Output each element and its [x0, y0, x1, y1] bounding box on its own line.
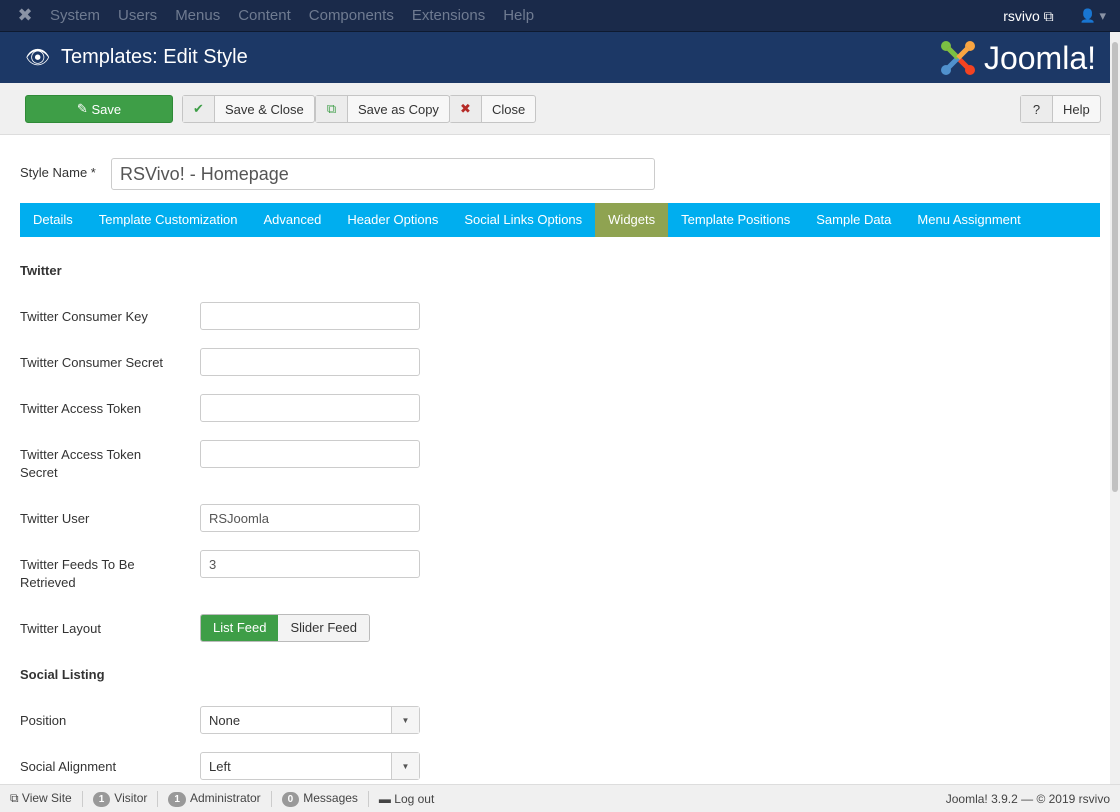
visitor-count-badge: 1	[92, 791, 111, 807]
divider	[367, 790, 369, 807]
position-label: Position	[20, 713, 67, 728]
scrollbar-thumb[interactable]	[1112, 42, 1118, 492]
help-label: Help	[1063, 101, 1090, 117]
help-button[interactable]: ? Help	[1020, 95, 1101, 123]
tab-template-positions[interactable]: Template Positions	[668, 203, 803, 237]
message-count-badge: 0	[281, 791, 300, 807]
style-name-input[interactable]	[111, 158, 655, 190]
menu-extensions[interactable]: Extensions	[412, 7, 485, 24]
access-token-secret-label: Twitter Access Token Secret	[20, 447, 142, 480]
style-name-label: Style Name *	[20, 165, 96, 180]
external-link-icon: ⧉	[1043, 7, 1054, 24]
admin-count-badge: 1	[168, 791, 186, 807]
joomla-icon[interactable]: ✖	[0, 5, 50, 26]
position-select[interactable]: None ▼	[200, 706, 420, 734]
menu-help[interactable]: Help	[503, 7, 534, 24]
chevron-down-icon: ▼	[391, 707, 419, 733]
access-token-input[interactable]	[200, 394, 420, 422]
divider	[157, 790, 159, 807]
admin-label: Administrator	[189, 790, 261, 805]
close-button[interactable]: ✖ Close	[449, 95, 537, 123]
logout-label: Log out	[394, 791, 435, 806]
tab-sample-data[interactable]: Sample Data	[803, 203, 904, 237]
menu-content[interactable]: Content	[238, 7, 291, 24]
external-link-icon: ⧉	[10, 791, 22, 805]
consumer-secret-label: Twitter Consumer Secret	[20, 355, 164, 370]
twitter-user-input[interactable]	[200, 504, 420, 532]
logout-link[interactable]: ▬ Log out	[379, 792, 434, 806]
tab-menu-assignment[interactable]: Menu Assignment	[904, 203, 1033, 237]
copy-icon: ⧉	[316, 96, 348, 122]
chevron-down-icon: ▼	[391, 753, 419, 779]
consumer-key-input[interactable]	[200, 302, 420, 330]
visitor-label: Visitor	[114, 790, 148, 805]
position-value: None	[209, 713, 241, 728]
social-listing-heading: Social Listing	[20, 667, 105, 682]
tab-header-options[interactable]: Header Options	[334, 203, 451, 237]
scrollbar[interactable]	[1110, 32, 1120, 784]
tab-advanced[interactable]: Advanced	[250, 203, 334, 237]
visitors-link[interactable]: 1 Visitor	[92, 790, 148, 807]
social-alignment-label: Social Alignment	[20, 759, 117, 774]
list-feed-option[interactable]: List Feed	[201, 615, 279, 641]
consumer-key-label: Twitter Consumer Key	[20, 309, 148, 324]
edit-icon: ✎	[76, 101, 92, 116]
cancel-icon: ✖	[450, 96, 482, 122]
access-token-secret-input[interactable]	[200, 440, 420, 468]
tab-bar: Details Template Customization Advanced …	[20, 203, 1100, 237]
check-icon: ✔	[183, 96, 215, 122]
twitter-layout-label: Twitter Layout	[20, 621, 101, 636]
save-label: Save	[91, 101, 122, 117]
toolbar: ✎ Save ✔ Save & Close ⧉ Save as Copy ✖ Clos…	[0, 83, 1120, 135]
view-site-link[interactable]: ⧉ View Site	[10, 791, 72, 806]
view-site-label: View Site	[21, 791, 72, 805]
twitter-heading: Twitter	[20, 263, 62, 278]
save-button[interactable]: ✎ Save	[25, 95, 173, 123]
joomla-logo-text: Joomla!	[983, 39, 1096, 76]
save-copy-label: Save as Copy	[358, 101, 439, 117]
divider	[270, 790, 272, 807]
administrators-link[interactable]: 1 Administrator	[168, 790, 261, 807]
site-name: rsvivo	[1003, 7, 1040, 24]
menu-users[interactable]: Users	[118, 7, 157, 24]
slider-feed-option[interactable]: Slider Feed	[278, 615, 369, 641]
divider	[81, 790, 83, 807]
page-header: 👁 Templates: Edit Style Joomla!	[0, 32, 1120, 83]
feeds-count-label: Twitter Feeds To Be Retrieved	[20, 557, 135, 590]
access-token-label: Twitter Access Token	[20, 401, 142, 416]
menu-system[interactable]: System	[50, 7, 100, 24]
tab-social-links-options[interactable]: Social Links Options	[451, 203, 595, 237]
twitter-user-label: Twitter User	[20, 511, 90, 526]
top-menu-bar: ✖ System Users Menus Content Components …	[0, 0, 1120, 32]
tab-template-customization[interactable]: Template Customization	[86, 203, 251, 237]
feeds-count-input[interactable]	[200, 550, 420, 578]
alignment-value: Left	[209, 759, 231, 774]
question-icon: ?	[1021, 96, 1053, 122]
social-alignment-select[interactable]: Left ▼	[200, 752, 420, 780]
messages-link[interactable]: 0 Messages	[281, 790, 358, 807]
save-copy-button[interactable]: ⧉ Save as Copy	[315, 95, 450, 123]
menu-menus[interactable]: Menus	[175, 7, 220, 24]
joomla-logo: Joomla!	[938, 38, 1096, 78]
status-bar: ⧉ View Site 1 Visitor 1 Administrator 0 Mes…	[0, 784, 1120, 812]
save-close-label: Save & Close	[225, 101, 304, 117]
site-link[interactable]: rsvivo ⧉	[1003, 8, 1053, 25]
tab-details[interactable]: Details	[20, 203, 86, 237]
twitter-layout-toggle: List Feed Slider Feed	[200, 614, 370, 642]
close-label: Close	[492, 101, 526, 117]
joomla-logo-icon	[940, 41, 975, 75]
menu-components[interactable]: Components	[309, 7, 394, 24]
save-close-button[interactable]: ✔ Save & Close	[182, 95, 315, 123]
eye-icon: 👁	[25, 47, 51, 69]
user-menu-icon[interactable]: 👤 ▾	[1080, 8, 1106, 24]
version-text: Joomla! 3.9.2 — © 2019 rsvivo	[945, 791, 1110, 806]
minus-icon: ▬	[378, 791, 395, 806]
tab-widgets[interactable]: Widgets	[595, 203, 669, 237]
page-title: Templates: Edit Style	[61, 46, 248, 68]
messages-label: Messages	[303, 790, 358, 805]
consumer-secret-input[interactable]	[200, 348, 420, 376]
